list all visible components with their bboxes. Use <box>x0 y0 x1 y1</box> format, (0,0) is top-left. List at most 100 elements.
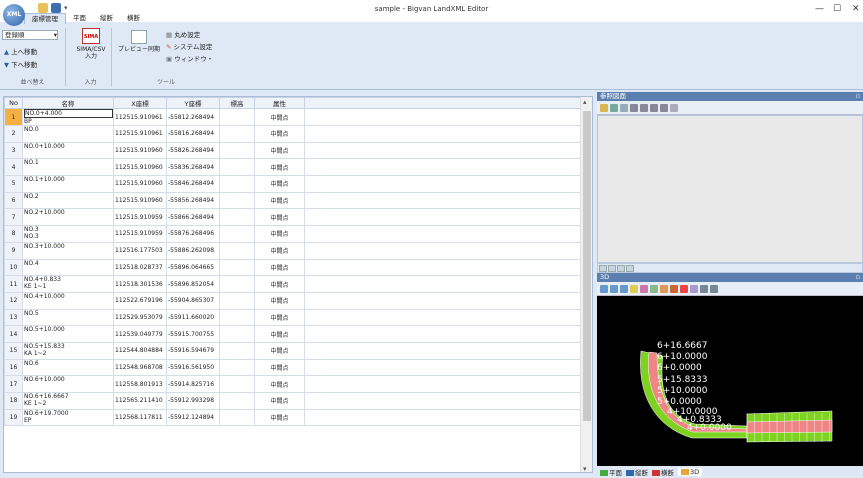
row-number-cell[interactable]: 9 <box>4 241 23 260</box>
y-cell[interactable]: -55856.268494 <box>166 191 220 210</box>
y-cell[interactable]: -55912.124894 <box>166 408 220 427</box>
attribute-cell[interactable]: 中間点 <box>254 392 305 410</box>
vertical-scrollbar[interactable]: ▴ ▾ <box>580 97 592 472</box>
pin-icon[interactable]: ▫ <box>856 92 860 101</box>
attribute-cell[interactable]: 中間点 <box>254 158 305 177</box>
attribute-cell[interactable]: 中間点 <box>254 125 305 143</box>
texture-icon[interactable] <box>640 284 648 293</box>
elevation-cell[interactable] <box>219 408 255 427</box>
attribute-cell[interactable]: 中間点 <box>254 375 305 393</box>
row-number-cell[interactable]: 17 <box>4 375 23 393</box>
name-cell[interactable]: NO.4+0.833 KE 1~1 <box>22 275 114 293</box>
elevation-cell[interactable] <box>219 291 255 310</box>
help-icon[interactable] <box>660 103 668 112</box>
attribute-cell[interactable]: 中間点 <box>254 258 305 277</box>
x-cell[interactable]: 112515.910961 <box>113 125 167 143</box>
x-cell[interactable]: 112515.910959 <box>113 208 167 227</box>
table-row[interactable]: 15 NO.5+15.833 KA 1~2 112544.804884 -55916.5… <box>4 341 583 360</box>
prev-page-icon[interactable] <box>608 265 616 272</box>
attribute-cell[interactable]: 中間点 <box>254 341 305 360</box>
row-number-cell[interactable]: 1 <box>4 108 23 126</box>
x-cell[interactable]: 112529.953079 <box>113 308 167 327</box>
road-icon[interactable] <box>670 284 678 293</box>
row-number-cell[interactable]: 13 <box>4 308 23 327</box>
sort-combo[interactable]: 登録順 ▾ <box>2 30 58 40</box>
elevation-cell[interactable] <box>219 141 255 160</box>
y-cell[interactable]: -55912.993298 <box>166 392 220 410</box>
table-row[interactable]: 12 NO.4+10.000 112522.679196 -55904.865307 中… <box>4 291 583 310</box>
y-cell[interactable]: -55866.268494 <box>166 208 220 227</box>
elevation-cell[interactable] <box>219 208 255 227</box>
y-cell[interactable]: -55812.268494 <box>166 108 220 126</box>
row-number-cell[interactable]: 3 <box>4 141 23 160</box>
open-icon[interactable] <box>600 103 608 112</box>
move-down-button[interactable]: ▼ 下へ移動 <box>4 59 37 69</box>
surface-icon[interactable] <box>660 284 668 293</box>
table-row[interactable]: 10 NO.4 112518.028737 -55896.064665 中間点 <box>4 258 583 277</box>
name-cell[interactable]: NO.6+10.000 <box>22 375 114 393</box>
y-cell[interactable]: -55876.268496 <box>166 225 220 243</box>
attribute-cell[interactable]: 中間点 <box>254 108 305 126</box>
scrollbar-thumb[interactable] <box>583 111 591 421</box>
y-cell[interactable]: -55915.700755 <box>166 325 220 343</box>
tab-profile[interactable]: 縦断 <box>93 13 120 24</box>
x-cell[interactable]: 112544.804884 <box>113 341 167 360</box>
table-row[interactable]: 6 NO.2 112515.910960 -55856.268494 中間点 <box>4 191 583 210</box>
print-icon[interactable] <box>650 103 658 112</box>
tab-view-profile[interactable]: 縦断 <box>626 467 648 477</box>
col-header-no[interactable]: No <box>4 97 23 109</box>
name-cell[interactable]: NO.0+4.000 BP <box>22 108 114 126</box>
attribute-cell[interactable]: 中間点 <box>254 408 305 427</box>
tab-cross-section[interactable]: 横断 <box>120 13 147 24</box>
table-row[interactable]: 16 NO.6 112548.968708 -55916.561950 中間点 <box>4 358 583 377</box>
measure-icon[interactable] <box>670 103 678 112</box>
attribute-cell[interactable]: 中間点 <box>254 225 305 243</box>
attribute-cell[interactable]: 中間点 <box>254 208 305 227</box>
elevation-cell[interactable] <box>219 258 255 277</box>
table-row[interactable]: 11 NO.4+0.833 KE 1~1 112518.301536 -55896.85… <box>4 275 583 293</box>
col-header-attribute[interactable]: 属性 <box>254 97 305 109</box>
x-cell[interactable]: 112516.177503 <box>113 241 167 260</box>
wave-icon[interactable] <box>690 284 698 293</box>
attribute-cell[interactable]: 中間点 <box>254 191 305 210</box>
name-cell[interactable]: NO.0 <box>22 125 114 143</box>
x-cell[interactable]: 112518.301536 <box>113 275 167 293</box>
sima-csv-input-button[interactable]: SIMA SIMA/CSV 入力 <box>74 28 108 60</box>
image-icon[interactable] <box>610 103 618 112</box>
elevation-cell[interactable] <box>219 392 255 410</box>
x-cell[interactable]: 112568.117811 <box>113 408 167 427</box>
x-cell[interactable]: 112548.968708 <box>113 358 167 377</box>
elevation-cell[interactable] <box>219 108 255 126</box>
preview-sync-button[interactable]: プレビュー同期 <box>116 30 162 53</box>
reference-drawing-view[interactable] <box>597 115 863 263</box>
elevation-cell[interactable] <box>219 358 255 377</box>
col-header-name[interactable]: 名称 <box>22 97 114 109</box>
grid-icon[interactable] <box>630 103 638 112</box>
elevation-cell[interactable] <box>219 325 255 343</box>
row-number-cell[interactable]: 12 <box>4 291 23 310</box>
elevation-cell[interactable] <box>219 275 255 293</box>
x-cell[interactable]: 112515.910961 <box>113 108 167 126</box>
attribute-cell[interactable]: 中間点 <box>254 308 305 327</box>
x-cell[interactable]: 112518.028737 <box>113 258 167 277</box>
elevation-cell[interactable] <box>219 341 255 360</box>
camera-icon[interactable] <box>620 284 628 293</box>
x-cell[interactable]: 112515.910959 <box>113 225 167 243</box>
row-number-cell[interactable]: 11 <box>4 275 23 293</box>
row-number-cell[interactable]: 2 <box>4 125 23 143</box>
elevation-cell[interactable] <box>219 191 255 210</box>
attribute-cell[interactable]: 中間点 <box>254 175 305 193</box>
maximize-icon[interactable]: ☐ <box>833 4 841 14</box>
table-row[interactable]: 5 NO.1+10.000 112515.910960 -55846.268494 中間… <box>4 175 583 193</box>
attribute-cell[interactable]: 中間点 <box>254 291 305 310</box>
elevation-cell[interactable] <box>219 175 255 193</box>
export-icon[interactable] <box>700 284 708 293</box>
flag-icon[interactable] <box>680 284 688 293</box>
y-cell[interactable]: -55836.268494 <box>166 158 220 177</box>
table-row[interactable]: 4 NO.1 112515.910960 -55836.268494 中間点 <box>4 158 583 177</box>
name-cell[interactable]: NO.4+10.000 <box>22 291 114 310</box>
view-3d[interactable]: 6+16.6667 6+10.0000 6+0.0000 5+15.8333 5+10.… <box>597 296 863 466</box>
row-number-cell[interactable]: 15 <box>4 341 23 360</box>
elevation-cell[interactable] <box>219 241 255 260</box>
col-header-y[interactable]: Y座標 <box>166 97 220 109</box>
